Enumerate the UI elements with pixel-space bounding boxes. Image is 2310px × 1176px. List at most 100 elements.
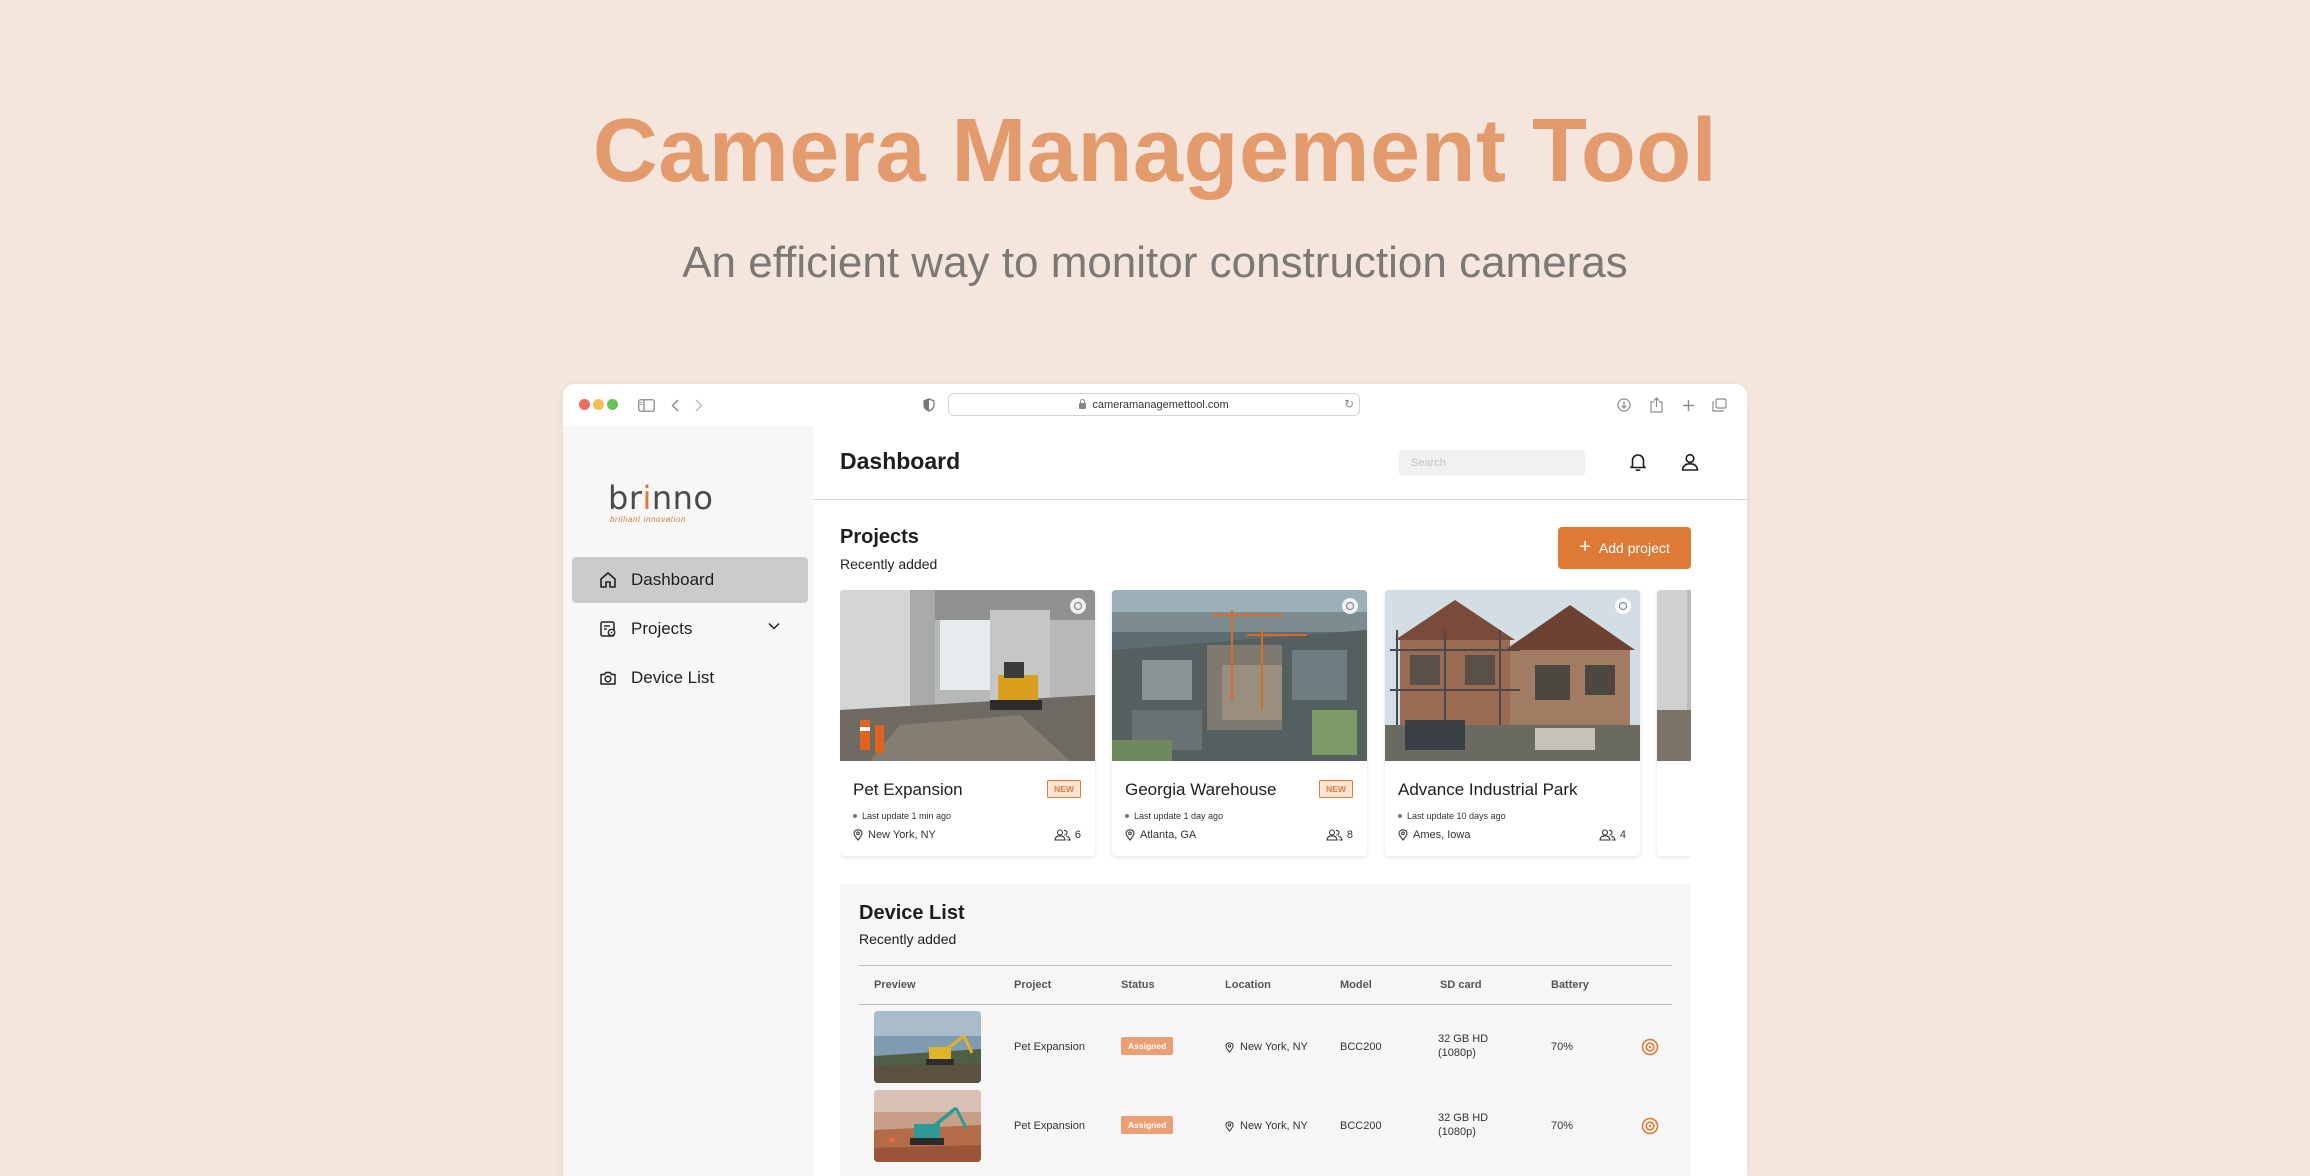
reload-icon[interactable]: ↻ xyxy=(1344,397,1354,411)
sidebar-item-dashboard[interactable]: Dashboard xyxy=(572,557,808,603)
browser-window: cameramanagemettool.com ↻ brinno brillia… xyxy=(563,384,1747,1176)
project-location: Ames, Iowa xyxy=(1398,829,1470,841)
minimize-window-button[interactable] xyxy=(593,399,604,410)
column-header[interactable]: Location xyxy=(1225,979,1271,991)
hero-subtitle: An efficient way to monitor construction… xyxy=(682,238,1628,287)
address-bar[interactable]: cameramanagemettool.com ↻ xyxy=(948,393,1360,416)
project-members: 8 xyxy=(1326,829,1353,841)
location-pin-icon xyxy=(1225,1041,1234,1053)
page-title: Dashboard xyxy=(840,448,961,474)
project-card-partial[interactable] xyxy=(1657,590,1691,856)
device-list-subtitle: Recently added xyxy=(859,931,957,947)
projects-title: Projects xyxy=(840,526,919,548)
device-location: New York, NY xyxy=(1225,1120,1308,1132)
logo-wordmark: brinno xyxy=(608,479,714,517)
table-header: Preview Project Status Location Model SD… xyxy=(859,965,1672,1005)
project-image xyxy=(1657,590,1691,761)
sidebar-item-label: Dashboard xyxy=(631,570,715,589)
users-icon xyxy=(1054,829,1071,841)
users-icon xyxy=(1599,829,1616,841)
location-pin-icon xyxy=(1125,829,1135,841)
device-sd-card: 32 GB HD (1080p) xyxy=(1438,1033,1489,1059)
device-model: BCC200 xyxy=(1340,1041,1382,1053)
column-header[interactable]: Model xyxy=(1340,979,1372,991)
sidebar-item-device-list[interactable]: Device List xyxy=(572,655,808,701)
device-project: Pet Expansion xyxy=(1014,1041,1085,1053)
browser-toolbar: cameramanagemettool.com ↻ xyxy=(563,384,1747,426)
target-icon[interactable] xyxy=(1641,1038,1659,1056)
project-name: Advance Industrial Park xyxy=(1398,780,1578,799)
close-window-button[interactable] xyxy=(579,399,590,410)
new-badge: NEW xyxy=(1319,780,1353,798)
device-list-panel: Device List Recently added Preview Proje… xyxy=(840,884,1691,1176)
column-header[interactable]: Preview xyxy=(874,979,916,991)
table-row[interactable]: Pet Expansion Assigned New York, NY BCC2… xyxy=(859,1086,1672,1162)
device-battery: 70% xyxy=(1551,1120,1574,1132)
project-location: Atlanta, GA xyxy=(1125,829,1196,841)
users-icon xyxy=(1326,829,1343,841)
project-image xyxy=(1385,590,1640,761)
privacy-shield-icon[interactable] xyxy=(921,393,937,417)
top-bar: Dashboard xyxy=(813,426,1747,500)
project-members: 6 xyxy=(1054,829,1081,841)
target-icon[interactable] xyxy=(1641,1117,1659,1135)
project-location: New York, NY xyxy=(853,829,936,841)
last-update: Last update 1 day ago xyxy=(1124,811,1224,821)
table-row[interactable]: Pet Expansion Assigned New York, NY BCC2… xyxy=(859,1007,1672,1083)
bell-icon[interactable] xyxy=(1627,451,1649,473)
chevron-down-icon[interactable] xyxy=(768,622,780,630)
column-header[interactable]: Project xyxy=(1014,979,1051,991)
sidebar-toggle-icon[interactable] xyxy=(636,393,656,417)
lock-icon xyxy=(1079,398,1087,409)
projects-icon xyxy=(600,621,616,637)
brinno-logo[interactable]: brinno brilliant innovation xyxy=(608,479,714,524)
sidebar-item-label: Device List xyxy=(631,668,715,687)
camera-status-icon[interactable] xyxy=(1070,598,1086,614)
project-card[interactable]: Advance Industrial Park Last update 10 d… xyxy=(1385,590,1640,856)
project-members: 4 xyxy=(1599,829,1626,841)
sidebar: brinno brilliant innovation Dashboard Pr… xyxy=(563,426,813,1176)
tab-overview-icon[interactable] xyxy=(1710,393,1728,417)
add-project-label: Add project xyxy=(1598,540,1670,556)
camera-icon xyxy=(600,671,616,685)
device-model: BCC200 xyxy=(1340,1120,1382,1132)
project-image xyxy=(840,590,1095,761)
project-card[interactable]: Georgia Warehouse NEW Last update 1 day … xyxy=(1112,590,1367,856)
status-badge: Assigned xyxy=(1121,1116,1174,1134)
share-icon[interactable] xyxy=(1647,393,1665,417)
sidebar-item-projects[interactable]: Projects xyxy=(572,606,808,652)
project-card[interactable]: Pet Expansion NEW Last update 1 min ago … xyxy=(840,590,1095,856)
new-tab-icon[interactable] xyxy=(1679,393,1697,417)
device-project: Pet Expansion xyxy=(1014,1120,1085,1132)
new-badge: NEW xyxy=(1047,780,1081,798)
add-project-button[interactable]: + Add project xyxy=(1558,527,1691,569)
download-icon[interactable] xyxy=(1615,393,1633,417)
camera-status-icon[interactable] xyxy=(1342,598,1358,614)
column-header[interactable]: Status xyxy=(1121,979,1155,991)
last-update: Last update 1 min ago xyxy=(852,811,952,821)
device-battery: 70% xyxy=(1551,1041,1574,1053)
user-icon[interactable] xyxy=(1679,451,1701,473)
column-header[interactable]: SD card xyxy=(1440,979,1482,991)
sidebar-item-label: Projects xyxy=(631,619,693,638)
back-arrow-icon[interactable] xyxy=(668,393,682,417)
device-sd-card: 32 GB HD (1080p) xyxy=(1438,1112,1489,1138)
device-preview-image[interactable] xyxy=(874,1090,981,1162)
zoom-window-button[interactable] xyxy=(607,399,618,410)
project-name: Pet Expansion xyxy=(853,780,963,799)
hero-title: Camera Management Tool xyxy=(592,101,1718,201)
device-list-title: Device List xyxy=(859,902,965,924)
projects-subtitle: Recently added xyxy=(840,556,938,572)
location-pin-icon xyxy=(1225,1120,1234,1132)
plus-icon: + xyxy=(1579,536,1591,558)
location-pin-icon xyxy=(853,829,863,841)
project-cards: Pet Expansion NEW Last update 1 min ago … xyxy=(840,590,1691,860)
forward-arrow-icon[interactable] xyxy=(692,393,706,417)
device-preview-image[interactable] xyxy=(874,1011,981,1083)
search-input[interactable] xyxy=(1399,450,1585,476)
url-text: cameramanagemettool.com xyxy=(1092,398,1229,411)
project-image xyxy=(1112,590,1367,761)
column-header[interactable]: Battery xyxy=(1551,979,1589,991)
camera-status-icon[interactable] xyxy=(1615,598,1631,614)
status-badge: Assigned xyxy=(1121,1037,1174,1055)
